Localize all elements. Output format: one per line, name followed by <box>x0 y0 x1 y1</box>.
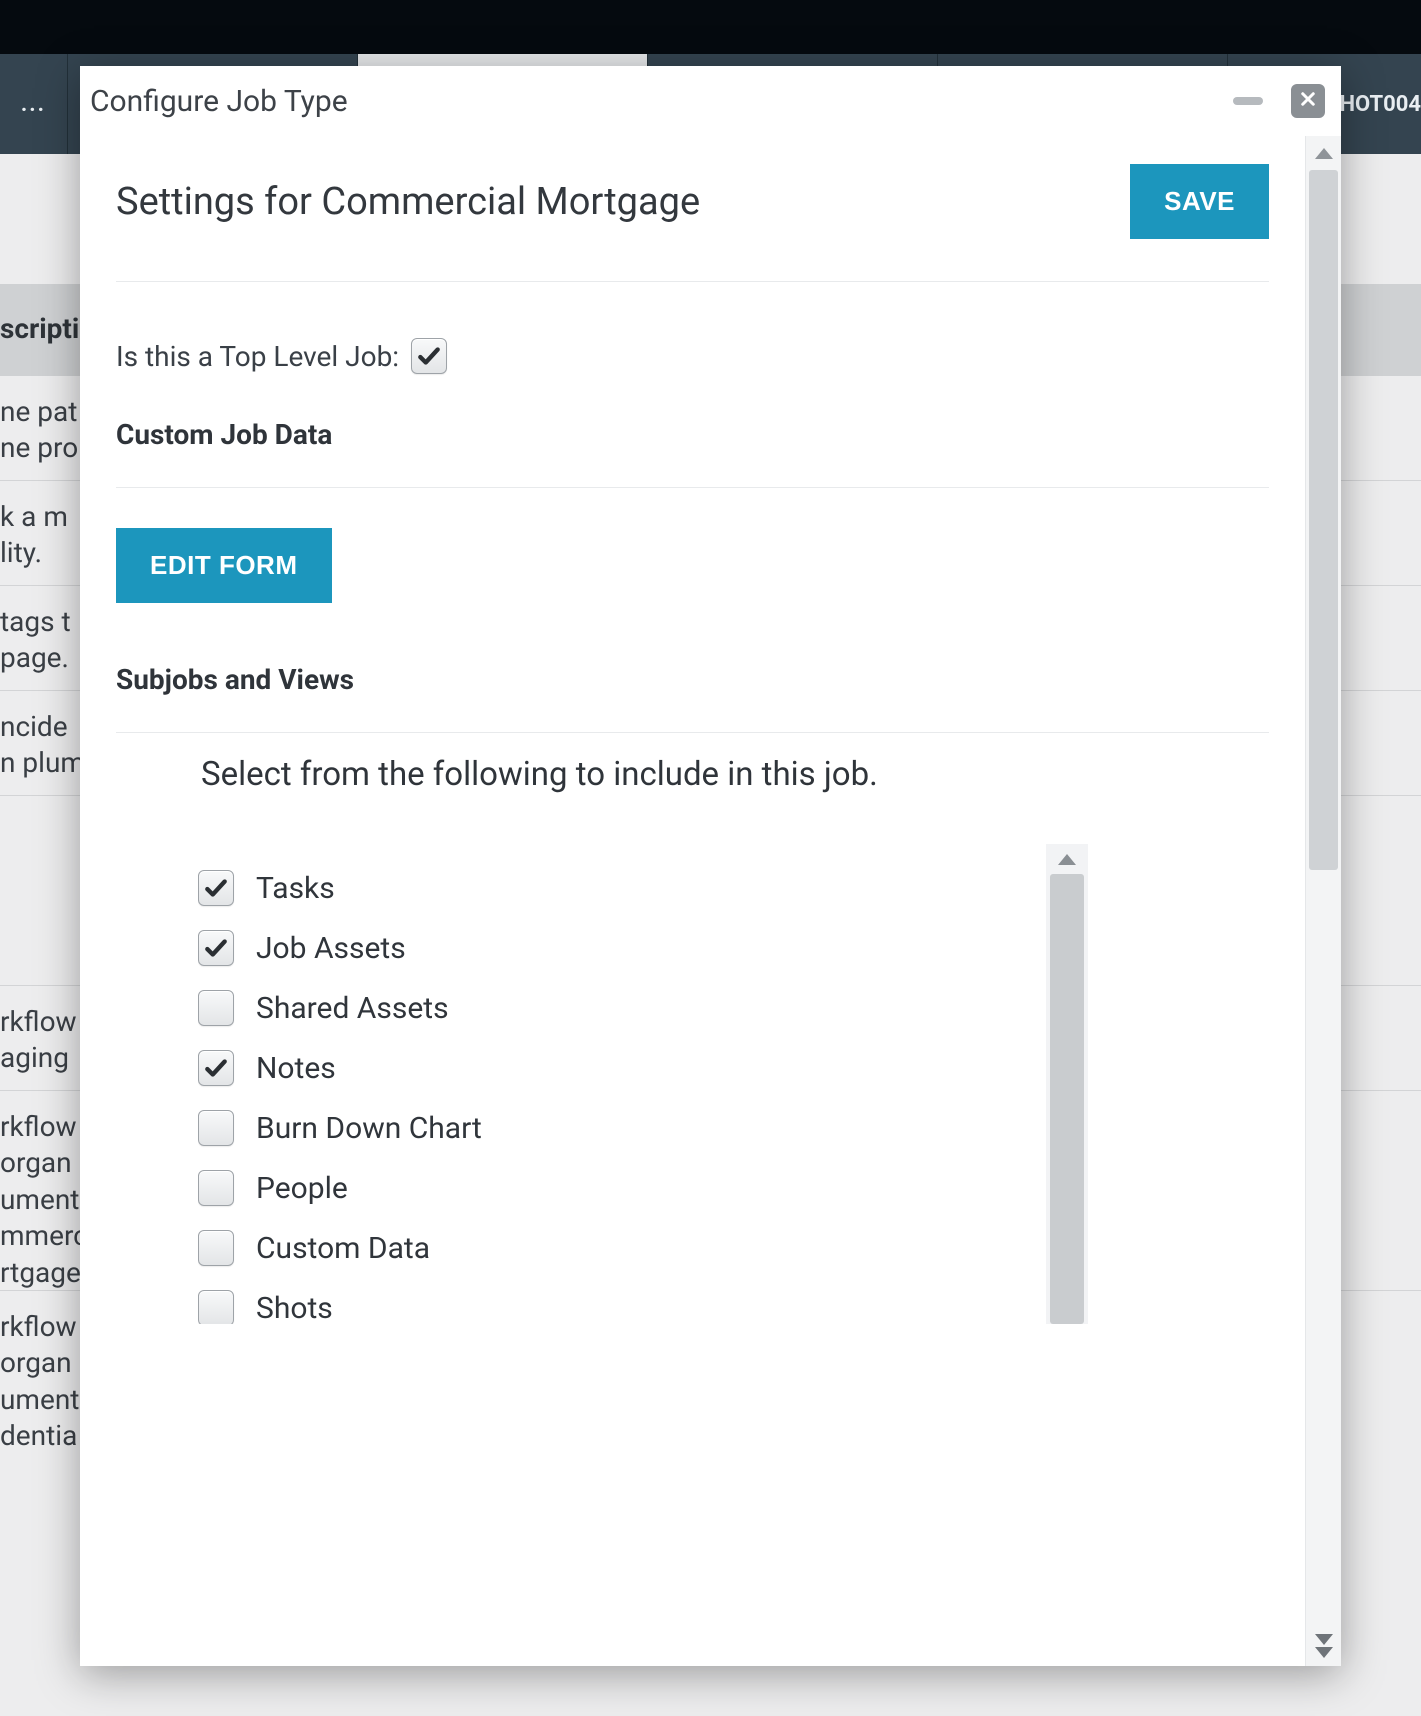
include-option-checkbox[interactable] <box>198 930 234 966</box>
scroll-up-icon <box>1046 844 1088 874</box>
scroll-down-icon <box>1306 1626 1341 1666</box>
include-option-checkbox[interactable] <box>198 990 234 1026</box>
include-option-row: Custom Data <box>198 1222 1088 1282</box>
close-icon <box>1299 90 1317 112</box>
close-button[interactable] <box>1291 84 1325 118</box>
configure-job-type-modal: Configure Job Type Settings for Commerci… <box>80 66 1341 1666</box>
include-option-checkbox[interactable] <box>198 1290 234 1324</box>
include-option-label: Shared Assets <box>256 991 449 1026</box>
include-option-checkbox[interactable] <box>198 1110 234 1146</box>
scrollbar-thumb[interactable] <box>1050 874 1084 1324</box>
include-option-label: Tasks <box>256 871 335 906</box>
subjobs-views-heading: Subjobs and Views <box>116 649 1269 733</box>
include-option-label: Burn Down Chart <box>256 1111 482 1146</box>
top-level-job-label: Is this a Top Level Job: <box>116 340 399 373</box>
include-option-checkbox[interactable] <box>198 1230 234 1266</box>
include-option-label: Custom Data <box>256 1231 430 1266</box>
save-button[interactable]: SAVE <box>1130 164 1269 239</box>
scroll-up-icon <box>1306 136 1341 170</box>
modal-scrollbar[interactable] <box>1305 136 1341 1666</box>
include-option-row: Job Assets <box>198 922 1088 982</box>
include-option-label: Shots <box>256 1291 333 1325</box>
include-option-row: Tasks <box>198 862 1088 922</box>
include-option-label: People <box>256 1171 348 1206</box>
include-options-panel: Tasks Job Assets Shared Assets Notes Burn Do… <box>198 844 1088 1324</box>
include-option-row: Notes <box>198 1042 1088 1102</box>
edit-form-button[interactable]: EDIT FORM <box>116 528 332 603</box>
include-options-list: Tasks Job Assets Shared Assets Notes Burn Do… <box>198 844 1088 1324</box>
select-include-prompt: Select from the following to include in … <box>116 733 1269 844</box>
include-option-label: Notes <box>256 1051 336 1086</box>
modal-title: Configure Job Type <box>90 84 1233 119</box>
include-option-row: Shots <box>198 1282 1088 1324</box>
include-option-checkbox[interactable] <box>198 1170 234 1206</box>
scrollbar-thumb[interactable] <box>1309 170 1338 870</box>
include-option-label: Job Assets <box>256 931 406 966</box>
top-level-job-checkbox[interactable] <box>411 338 447 374</box>
include-option-row: People <box>198 1162 1088 1222</box>
inner-scrollbar[interactable] <box>1046 844 1088 1324</box>
modal-body: Settings for Commercial Mortgage SAVE Is… <box>80 136 1305 1666</box>
settings-heading: Settings for Commercial Mortgage <box>116 180 1110 224</box>
minimize-button[interactable] <box>1233 97 1263 105</box>
include-option-checkbox[interactable] <box>198 870 234 906</box>
include-option-row: Shared Assets <box>198 982 1088 1042</box>
include-option-checkbox[interactable] <box>198 1050 234 1086</box>
custom-job-data-heading: Custom Job Data <box>116 404 1269 488</box>
include-option-row: Burn Down Chart <box>198 1102 1088 1162</box>
modal-titlebar: Configure Job Type <box>80 66 1341 136</box>
